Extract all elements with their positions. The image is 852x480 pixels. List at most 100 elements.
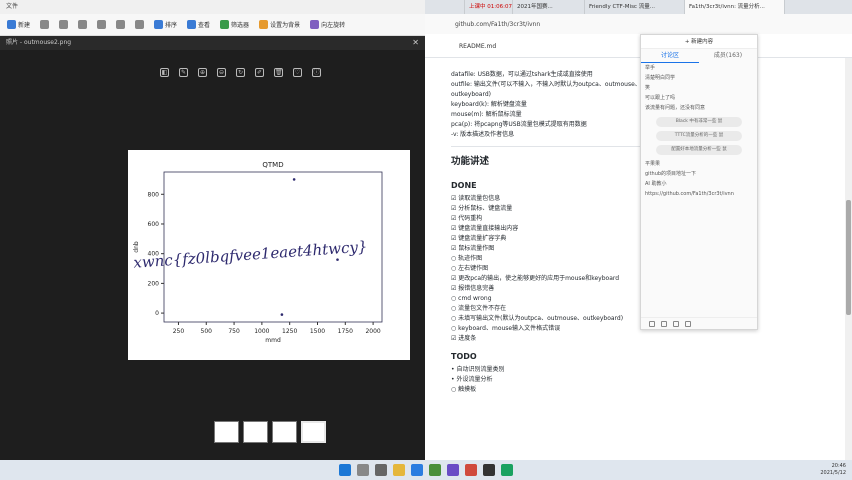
viewer-toolbar: ◧ ✎ ⊕ ⊖ ↻ ✐ 🗑 ♡ ⓘ <box>160 64 370 80</box>
data-point <box>280 313 284 316</box>
x-tick-label: 500 <box>201 328 213 335</box>
chat-message: 举手 <box>645 65 656 71</box>
vscode-icon[interactable] <box>447 464 459 476</box>
tab-members[interactable]: 成员(163) <box>699 49 757 63</box>
viewer-title: 照片 - outmouse2.png <box>6 39 72 46</box>
view-icon <box>187 20 197 29</box>
thumbnail-selected[interactable] <box>301 421 326 443</box>
thumbnail-strip <box>214 421 326 443</box>
emoji-icon[interactable] <box>661 320 667 327</box>
cut-button[interactable] <box>37 17 52 33</box>
share-button[interactable] <box>113 17 128 33</box>
file-manager-toolbar: 新建 排序 查看 筛选器 设置为背景 向左旋转 <box>0 14 425 36</box>
new-button[interactable]: 新建 <box>4 17 33 33</box>
thumbnail[interactable] <box>243 421 268 443</box>
rename-button[interactable] <box>94 17 109 33</box>
thumbnail[interactable] <box>214 421 239 443</box>
viewer-title-bar: 照片 - outmouse2.png ✕ <box>0 36 425 50</box>
tab-live[interactable]: 上课中 01:06:07 <box>465 0 513 14</box>
close-icon[interactable]: ✕ <box>412 36 419 50</box>
thumbnail[interactable] <box>272 421 297 443</box>
message-list-2: 平果果 github的项目地址一下 AI 助教小 https://github.com… <box>641 159 757 199</box>
x-tick-label: 250 <box>173 328 185 335</box>
panel-header[interactable]: + 新建内容 <box>641 35 757 49</box>
annotate-icon[interactable]: ✐ <box>255 67 264 77</box>
tab[interactable]: 2021年国赛... <box>513 0 585 14</box>
copy-button[interactable] <box>56 17 71 33</box>
delete-button[interactable] <box>132 17 147 33</box>
message-list: 举手 清楚明白同学笑可以跟上了吗 该流量有问题，还没有同意 <box>641 63 757 113</box>
x-axis-label: mmd <box>265 337 281 344</box>
notice-list: Black 中有非常一些 鼠 TTTC流量分析的一些 鼠配置好本地流量分析一些 鼠 <box>641 117 757 155</box>
plot-figure: QTMD mmd dnb 250 500 750 1000 1250 1500 1750 2000 0… <box>128 150 410 360</box>
paste-icon <box>78 20 88 29</box>
info-icon[interactable]: ⓘ <box>312 67 321 77</box>
task-view-icon[interactable] <box>375 464 387 476</box>
tab[interactable] <box>425 0 465 14</box>
chat-message: 笑 <box>645 85 651 91</box>
rotate-icon[interactable]: ↻ <box>236 67 245 77</box>
mouse-trace-text: xwnc{fz0lbqfvee1eaet4htwcy} <box>133 237 368 271</box>
zoom-in-icon[interactable]: ⊕ <box>198 67 207 77</box>
wechat-icon[interactable] <box>501 464 513 476</box>
paste-button[interactable] <box>75 17 90 33</box>
todo-item: • 自动识别流量类别 <box>451 366 505 373</box>
y-tick-label: 600 <box>148 221 160 228</box>
y-axis-label: dnb <box>133 241 140 253</box>
notice-pill: Black 中有非常一些 鼠 <box>656 117 742 127</box>
todo-item: ○ 触摸板 <box>451 386 477 393</box>
chat-panel: + 新建内容 讨论区 成员(163) 举手 清楚明白同学笑可以跟上了吗 该流量有问题… <box>640 34 758 330</box>
sort-button[interactable]: 排序 <box>151 17 180 33</box>
edge-icon[interactable] <box>411 464 423 476</box>
notice-pill: 配置好本地流量分析一些 鼠 <box>656 145 742 155</box>
draw-icon[interactable]: ✎ <box>179 67 188 77</box>
trash-icon[interactable]: 🗑 <box>274 67 283 77</box>
tab[interactable]: Friendly CTF-Misc 流量... <box>585 0 685 14</box>
rotate-icon <box>310 20 320 29</box>
url-text: github.com/Fa1th/3cr3t/ivnn <box>455 20 541 28</box>
clock[interactable]: 20:46 2021/5/12 <box>820 463 846 477</box>
file-header: README.md <box>425 34 852 58</box>
file-manager-title: 文件 <box>0 0 425 14</box>
y-tick-label: 200 <box>148 280 160 287</box>
x-tick-label: 1500 <box>310 328 325 335</box>
rotate-left-button[interactable]: 向左旋转 <box>307 17 348 33</box>
location-icon[interactable] <box>685 320 691 327</box>
set-background-button[interactable]: 设置为背景 <box>256 17 303 33</box>
app-icon[interactable] <box>429 464 441 476</box>
scrollbar-thumb[interactable] <box>846 200 851 315</box>
todo-list: • 自动识别流量类别 • 外设流量分析 ○ 触摸板 <box>451 365 845 395</box>
wallpaper-icon <box>259 20 269 29</box>
panel-input-bar <box>641 317 757 329</box>
todo-heading: TODO <box>451 352 477 361</box>
zoom-out-icon[interactable]: ⊖ <box>217 67 226 77</box>
chat-message: github的项目地址一下 <box>645 171 697 177</box>
copy-icon <box>59 20 69 29</box>
chat-message: 平果果 <box>645 161 661 167</box>
readme-content: datafile: USB数据，可以通过tshark生成或直接使用 outfile… <box>425 58 845 460</box>
taskbar: 20:46 2021/5/12 <box>0 460 852 480</box>
music-icon[interactable] <box>673 320 679 327</box>
start-icon[interactable] <box>339 464 351 476</box>
terminal-icon[interactable] <box>483 464 495 476</box>
cut-icon <box>40 20 50 29</box>
y-tick-label: 800 <box>148 191 160 198</box>
address-bar[interactable]: github.com/Fa1th/3cr3t/ivnn <box>425 14 852 34</box>
chat-message: AI 助教小 <box>645 181 667 187</box>
y-tick-label: 0 <box>155 310 159 317</box>
heart-icon[interactable]: ♡ <box>293 67 302 77</box>
chrome-icon[interactable] <box>465 464 477 476</box>
mic-icon[interactable] <box>649 320 655 327</box>
notice-pill: TTTC流量分析的一些 鼠 <box>656 131 742 141</box>
tab-active[interactable]: Fa1th/3cr3t/ivnn: 流量分析... <box>685 0 785 14</box>
tab-discussion[interactable]: 讨论区 <box>641 49 699 63</box>
data-point <box>336 258 339 261</box>
data-point <box>292 178 296 181</box>
file-name: README.md <box>459 43 497 50</box>
edit-icon[interactable]: ◧ <box>160 67 169 77</box>
view-button[interactable]: 查看 <box>184 17 213 33</box>
filter-button[interactable]: 筛选器 <box>217 17 252 33</box>
search-icon[interactable] <box>357 464 369 476</box>
folder-icon[interactable] <box>393 464 405 476</box>
chat-message: 可以跟上了吗 <box>645 95 676 101</box>
